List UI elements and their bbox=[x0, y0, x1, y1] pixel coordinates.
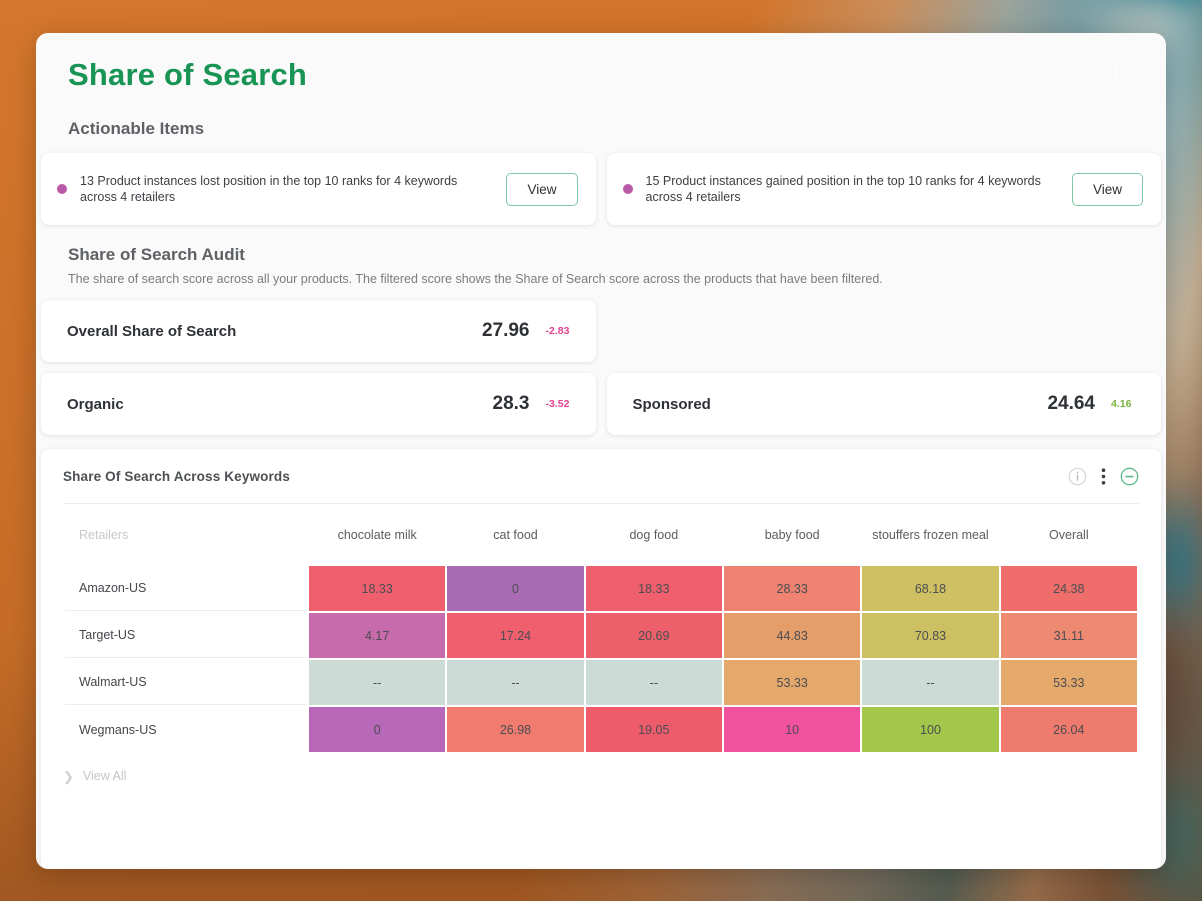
actionable-items-list: 13 Product instances lost position in th… bbox=[36, 153, 1166, 225]
score-cards-grid: Overall Share of Search 27.96 -2.83 Orga… bbox=[36, 286, 1166, 435]
heatmap-cell-overall[interactable]: 31.11 bbox=[1000, 613, 1137, 658]
table-row[interactable]: Amazon-US 18.33 0 18.33 28.33 68.18 24.3… bbox=[65, 566, 1137, 611]
column-header-keyword: stouffers frozen meal bbox=[872, 527, 989, 542]
panel-header: Share Of Search Across Keywords bbox=[41, 449, 1161, 486]
heatmap-cell[interactable]: 10 bbox=[723, 707, 861, 752]
column-header-keyword: baby food bbox=[764, 527, 820, 542]
table-body: Amazon-US 18.33 0 18.33 28.33 68.18 24.3… bbox=[65, 566, 1137, 752]
score-label: Overall Share of Search bbox=[67, 322, 237, 340]
heatmap-cell[interactable]: 18.33 bbox=[309, 566, 446, 611]
table-row[interactable]: Wegmans-US 0 26.98 19.05 10 100 26.04 bbox=[65, 707, 1137, 752]
audit-description: The share of search score across all you… bbox=[68, 272, 883, 286]
table-row[interactable]: Walmart-US -- -- -- 53.33 -- 53.33 bbox=[65, 660, 1137, 705]
keywords-heatmap-panel: Share Of Search Across Keywords Retailer… bbox=[41, 449, 1161, 869]
heatmap-cell[interactable]: 4.17 bbox=[309, 613, 446, 658]
status-dot-icon bbox=[57, 184, 67, 194]
panel-title: Share Of Search Across Keywords bbox=[63, 469, 290, 484]
heatmap-cell[interactable]: 68.18 bbox=[862, 566, 999, 611]
row-label-retailer: Walmart-US bbox=[65, 660, 307, 705]
actionable-items-title: Actionable Items bbox=[68, 119, 205, 138]
logo-name: ACTOWIZ bbox=[1007, 58, 1142, 85]
score-value: 24.64 bbox=[1047, 393, 1095, 414]
score-value: 28.3 bbox=[492, 393, 530, 414]
logo-wordmark: ACTOWIZ Application of Data & Insights bbox=[1007, 58, 1142, 94]
score-card-sponsored[interactable]: Sponsored 24.64 4.16 bbox=[606, 373, 1161, 435]
table-header: Retailers chocolate milk cat food dog fo… bbox=[65, 506, 1137, 564]
actionable-item-text: 13 Product instances lost position in th… bbox=[80, 174, 458, 204]
score-label: Organic bbox=[67, 395, 124, 413]
heatmap-cell[interactable]: 53.33 bbox=[723, 660, 861, 705]
view-all-link[interactable]: View All bbox=[83, 769, 127, 783]
row-label-retailer: Amazon-US bbox=[65, 566, 307, 611]
status-dot-icon bbox=[622, 184, 633, 194]
column-header-keyword: dog food bbox=[629, 527, 679, 542]
heatmap-cell[interactable]: 28.33 bbox=[723, 566, 861, 611]
logo-tagline: Application of Data & Insights bbox=[1007, 86, 1132, 94]
heatmap-cell[interactable]: 0 bbox=[447, 566, 584, 611]
card-header: Share of Search ACTOWIZ Application of D… bbox=[36, 33, 1166, 139]
score-delta: -2.83 bbox=[545, 325, 570, 337]
score-value: 27.96 bbox=[481, 320, 530, 341]
more-vertical-icon[interactable] bbox=[1101, 467, 1106, 486]
table-header-row: Retailers chocolate milk cat food dog fo… bbox=[65, 506, 1137, 564]
actionable-item-text: 15 Product instances gained position in … bbox=[645, 174, 1041, 204]
view-button-gained[interactable]: View bbox=[1071, 172, 1143, 206]
row-label-retailer: Target-US bbox=[65, 613, 307, 658]
actionable-item-lost[interactable]: 13 Product instances lost position in th… bbox=[41, 153, 596, 225]
table-row[interactable]: Target-US 4.17 17.24 20.69 44.83 70.83 3… bbox=[65, 613, 1137, 658]
score-card-organic[interactable]: Organic 28.3 -3.52 bbox=[41, 373, 596, 435]
heatmap-cell[interactable]: -- bbox=[309, 660, 446, 705]
share-of-search-heatmap-table: Retailers chocolate milk cat food dog fo… bbox=[63, 504, 1139, 754]
heatmap-cell[interactable]: 19.05 bbox=[585, 707, 722, 752]
heatmap-cell[interactable]: 100 bbox=[862, 707, 999, 752]
score-delta: -3.52 bbox=[545, 398, 570, 410]
info-icon[interactable] bbox=[1068, 467, 1087, 486]
minus-circle-icon[interactable] bbox=[1120, 467, 1139, 486]
heatmap-cell[interactable]: -- bbox=[585, 660, 722, 705]
heatmap-cell[interactable]: 17.24 bbox=[447, 613, 584, 658]
panel-footer[interactable]: ❯ View All bbox=[41, 754, 1161, 783]
score-card-empty bbox=[607, 300, 1162, 362]
chevron-right-icon: ❯ bbox=[63, 768, 74, 784]
actionable-item-gained[interactable]: 15 Product instances gained position in … bbox=[606, 153, 1161, 225]
column-header-overall: Overall bbox=[1049, 527, 1089, 542]
score-delta: 4.16 bbox=[1111, 398, 1132, 410]
dashboard-card: Share of Search ACTOWIZ Application of D… bbox=[36, 33, 1166, 869]
column-header-retailers: Retailers bbox=[79, 527, 129, 542]
view-button-lost[interactable]: View bbox=[506, 172, 578, 206]
panel-actions bbox=[1068, 467, 1139, 486]
heatmap-cell-overall[interactable]: 53.33 bbox=[1000, 660, 1137, 705]
score-card-overall[interactable]: Overall Share of Search 27.96 -2.83 bbox=[41, 300, 596, 362]
actowiz-logo: ACTOWIZ Application of Data & Insights bbox=[956, 56, 1142, 98]
column-header-keyword: cat food bbox=[493, 527, 538, 542]
audit-header: Share of Search Audit The share of searc… bbox=[36, 225, 1166, 286]
heatmap-cell[interactable]: -- bbox=[862, 660, 999, 705]
heatmap-cell[interactable]: 70.83 bbox=[862, 613, 999, 658]
actowiz-a-logo-icon bbox=[956, 56, 999, 98]
heatmap-cell[interactable]: 20.69 bbox=[585, 613, 722, 658]
heatmap-cell[interactable]: 18.33 bbox=[585, 566, 722, 611]
heatmap-cell[interactable]: 44.83 bbox=[723, 613, 861, 658]
column-header-keyword: chocolate milk bbox=[337, 527, 417, 542]
audit-title: Share of Search Audit bbox=[68, 245, 245, 264]
heatmap-cell-overall[interactable]: 24.38 bbox=[1000, 566, 1137, 611]
heatmap-cell[interactable]: 0 bbox=[309, 707, 446, 752]
row-label-retailer: Wegmans-US bbox=[65, 707, 307, 752]
heatmap-cell[interactable]: -- bbox=[447, 660, 584, 705]
heatmap-cell[interactable]: 26.98 bbox=[447, 707, 584, 752]
score-label: Sponsored bbox=[632, 395, 711, 413]
heatmap-cell-overall[interactable]: 26.04 bbox=[1000, 707, 1137, 752]
